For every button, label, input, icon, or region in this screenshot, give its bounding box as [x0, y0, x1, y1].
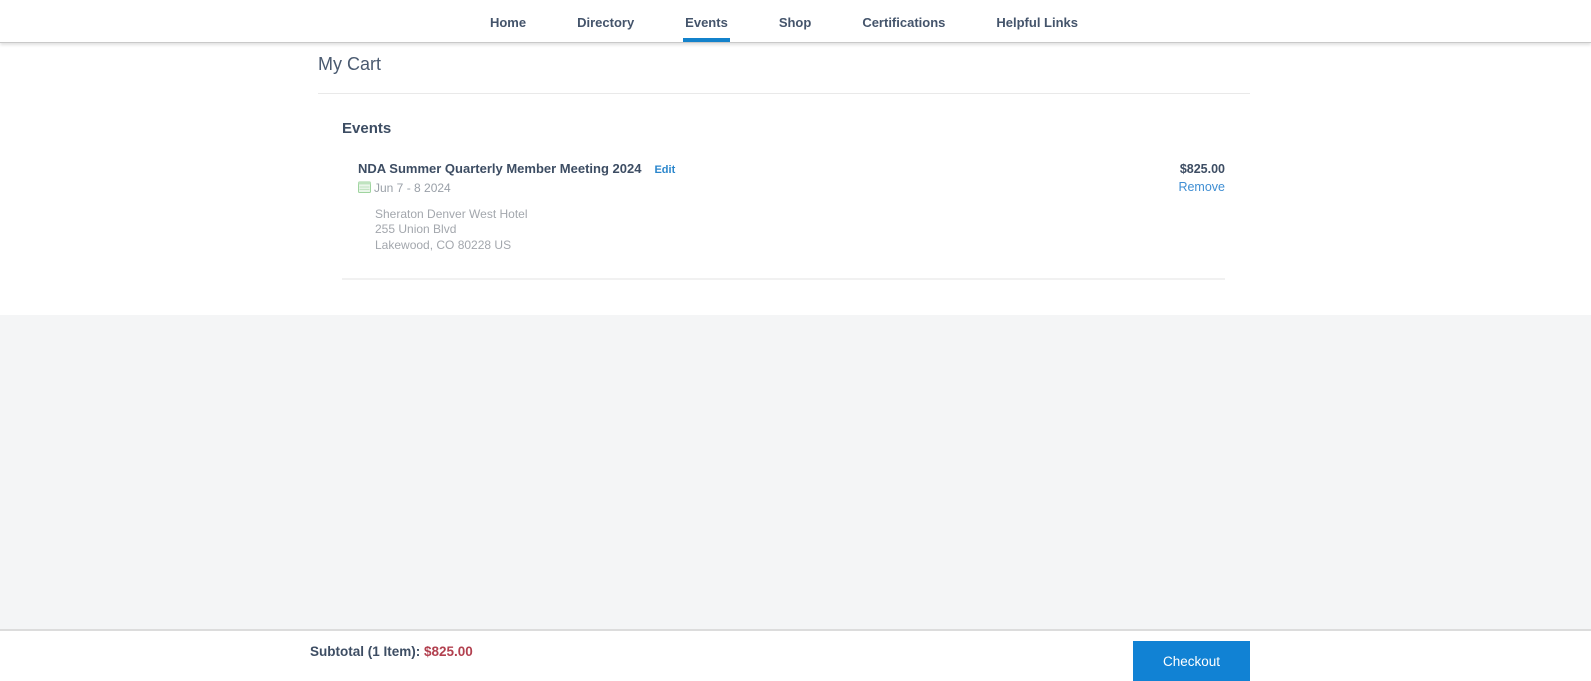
subtotal-value: $825.00 — [424, 644, 473, 659]
cart-item-price-block: $825.00 Remove — [1178, 161, 1225, 196]
cart-page: My Cart Events NDA Summer Quarterly Memb… — [0, 43, 1591, 315]
nav-item-certifications[interactable]: Certifications — [860, 0, 947, 42]
page-title: My Cart — [318, 54, 381, 74]
event-date-row: Jun 7 - 8 2024 — [358, 181, 675, 196]
nav-item-home[interactable]: Home — [488, 0, 528, 42]
event-date: Jun 7 - 8 2024 — [374, 181, 451, 196]
subtotal-text: Subtotal (1 Item): $825.00 — [310, 644, 473, 659]
address-line2: Lakewood, CO 80228 US — [375, 237, 512, 252]
subtotal-bar: Subtotal (1 Item): $825.00 Checkout — [0, 629, 1591, 681]
venue-name: Sheraton Denver West Hotel — [375, 206, 528, 221]
nav-item-helpful-links[interactable]: Helpful Links — [994, 0, 1080, 42]
cart-item-row: NDA Summer Quarterly Member Meeting 2024… — [342, 161, 1225, 254]
cart-container: My Cart Events NDA Summer Quarterly Memb… — [318, 43, 1250, 281]
address-line1: 255 Union Blvd — [375, 222, 457, 237]
event-name: NDA Summer Quarterly Member Meeting 2024 — [358, 160, 642, 176]
nav-item-events[interactable]: Events — [683, 0, 730, 42]
event-address: Sheraton Denver West Hotel 255 Union Blv… — [375, 207, 675, 254]
edit-link[interactable]: Edit — [654, 164, 675, 176]
events-section-title: Events — [342, 119, 392, 137]
item-divider — [342, 278, 1225, 281]
remove-link[interactable]: Remove — [1178, 180, 1225, 194]
checkout-button[interactable]: Checkout — [1133, 641, 1250, 681]
top-navigation: Home Directory Events Shop Certification… — [0, 0, 1591, 43]
page-background-filler — [0, 315, 1591, 629]
nav-item-directory[interactable]: Directory — [575, 0, 636, 42]
title-divider — [318, 92, 1250, 94]
subtotal-label: Subtotal (1 Item): — [310, 644, 424, 659]
nav-item-shop[interactable]: Shop — [777, 0, 814, 42]
nav-links: Home Directory Events Shop Certification… — [318, 0, 1250, 42]
event-price: $825.00 — [1179, 161, 1225, 176]
calendar-icon — [358, 181, 371, 196]
events-section: Events NDA Summer Quarterly Member Meeti… — [342, 120, 1225, 281]
cart-item-details: NDA Summer Quarterly Member Meeting 2024… — [358, 161, 675, 254]
